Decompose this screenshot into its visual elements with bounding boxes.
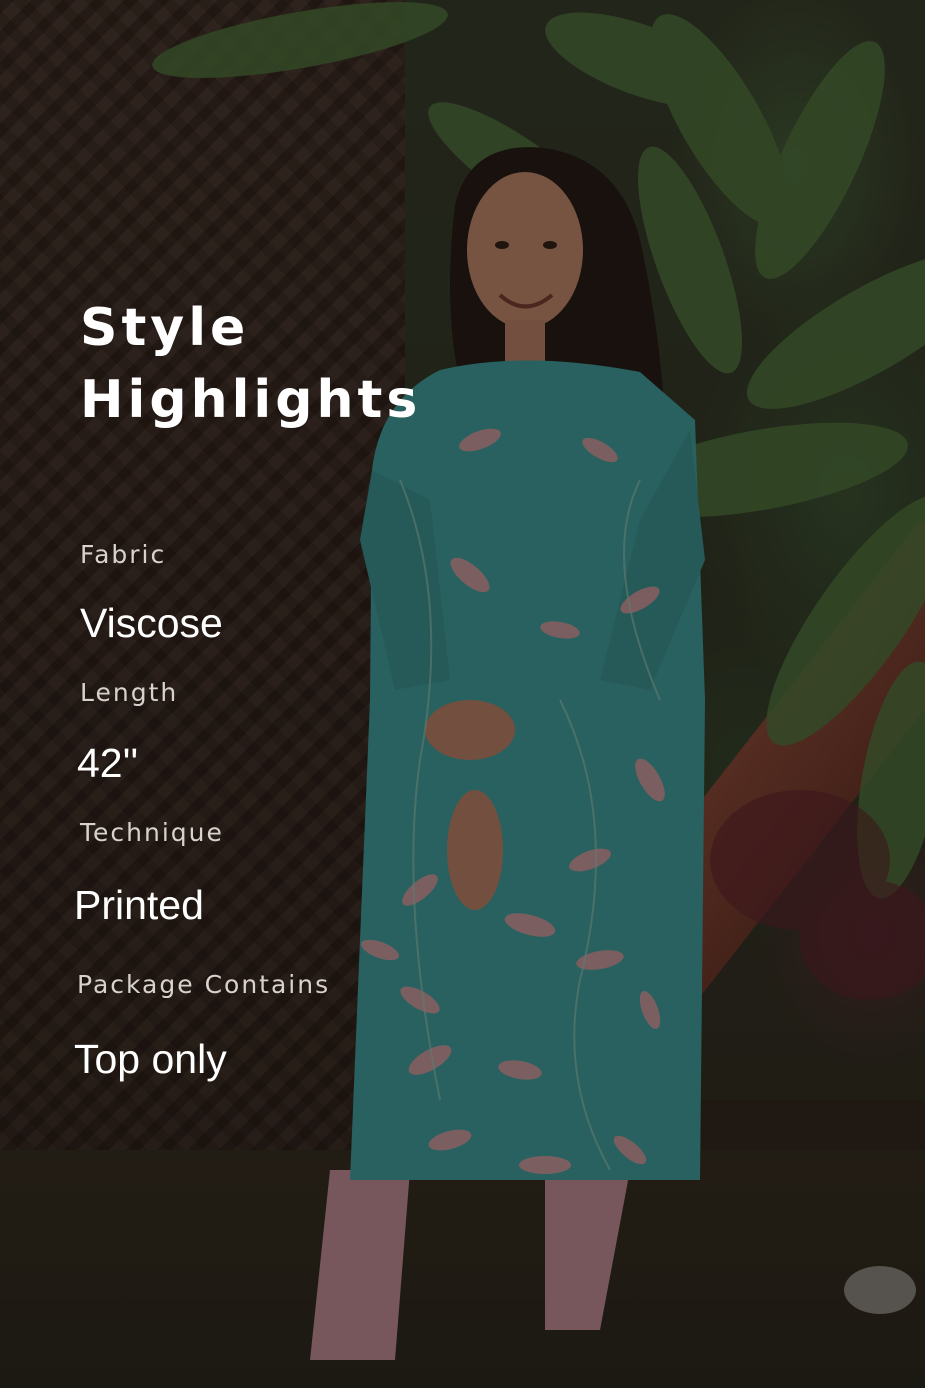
highlights-panel: Style Highlights Fabric Viscose Length 4… <box>0 0 925 1388</box>
fabric-value: Viscose <box>80 600 223 646</box>
product-highlight-card: Style Highlights Fabric Viscose Length 4… <box>0 0 925 1388</box>
title-line-2: Highlights <box>80 370 422 430</box>
section-title: Style Highlights <box>80 292 480 436</box>
package-label: Package Contains <box>77 970 331 999</box>
title-line-1: Style <box>80 298 250 358</box>
fabric-label: Fabric <box>80 540 167 569</box>
length-value: 42'' <box>77 740 139 786</box>
length-label: Length <box>80 678 179 707</box>
package-value: Top only <box>74 1036 227 1082</box>
technique-label: Technique <box>80 818 224 847</box>
technique-value: Printed <box>74 882 204 928</box>
